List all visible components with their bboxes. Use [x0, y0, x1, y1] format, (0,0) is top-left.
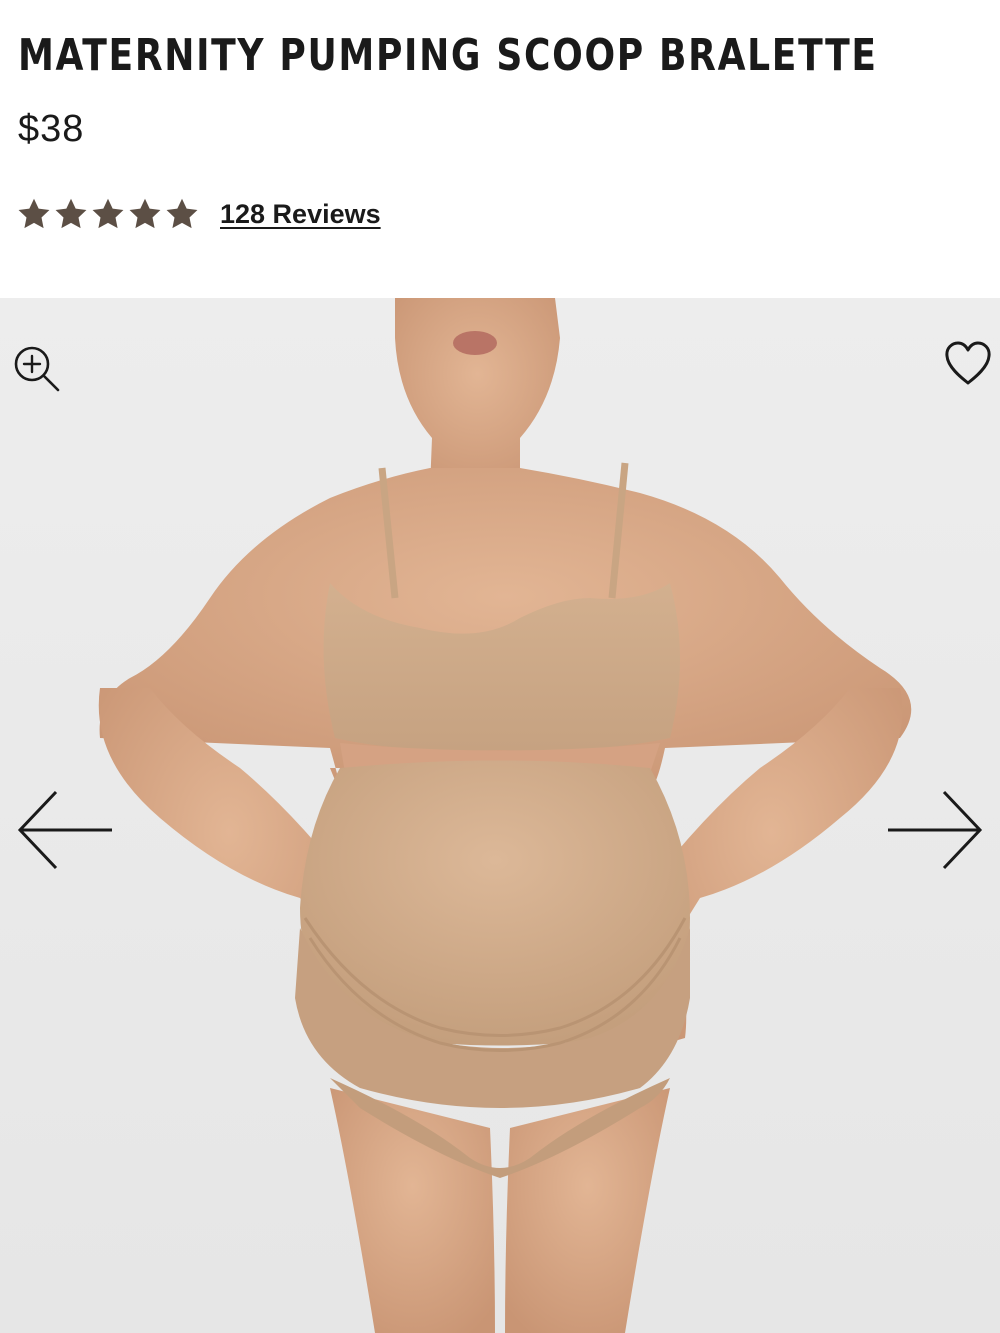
- product-image-gallery[interactable]: [0, 298, 1000, 1333]
- zoom-in-icon[interactable]: [10, 342, 64, 396]
- star-icon: [18, 198, 50, 229]
- star-icon: [166, 198, 198, 229]
- arrow-left-icon[interactable]: [16, 788, 116, 872]
- product-price: $38: [18, 108, 85, 150]
- star-rating: [16, 196, 200, 232]
- product-page: MATERNITY PUMPING SCOOP BRALETTE $38 128…: [0, 0, 1000, 1333]
- product-title: MATERNITY PUMPING SCOOP BRALETTE: [18, 30, 878, 81]
- product-image: [0, 298, 1000, 1333]
- arrow-right-icon[interactable]: [884, 788, 984, 872]
- star-icon: [129, 198, 161, 229]
- reviews-link[interactable]: 128 Reviews: [220, 199, 381, 230]
- rating-row: 128 Reviews: [16, 192, 381, 236]
- heart-icon[interactable]: [942, 338, 994, 390]
- star-icon: [92, 198, 124, 229]
- star-icon: [55, 198, 87, 229]
